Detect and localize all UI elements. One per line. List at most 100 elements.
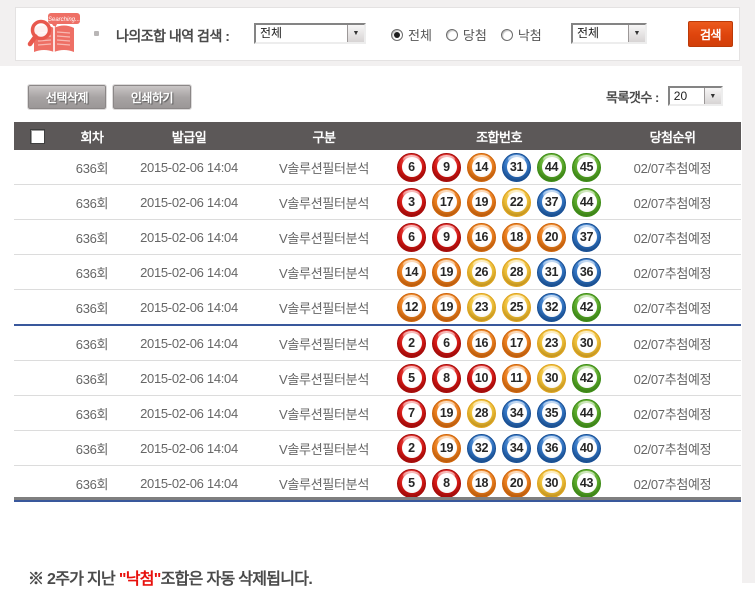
cell-issued: 2015-02-06 14:04 [124,325,254,361]
ball-number: 28 [472,403,492,423]
lotto-ball-red: 7 [397,399,426,428]
table-bottom-bar [14,497,741,500]
cell-rank: 02/07추첨예정 [604,290,741,326]
header-round: 회차 [60,122,124,150]
select-all-checkbox[interactable] [30,129,45,144]
radio-win[interactable]: 당첨 [446,25,487,44]
lotto-ball-orange: 14 [397,258,426,287]
row-checkbox-cell[interactable] [14,466,60,502]
cell-category: V솔루션필터분석 [254,466,394,502]
ball-number: 19 [437,262,457,282]
ball-number: 30 [542,368,562,388]
radio-lose[interactable]: 낙첨 [501,25,542,44]
lotto-ball-blue: 34 [502,434,531,463]
cell-round: 636회 [60,361,124,396]
lotto-ball-red: 2 [397,329,426,358]
ball-number: 6 [437,333,457,353]
lotto-ball-orange: 11 [502,364,531,393]
lotto-ball-blue: 36 [537,434,566,463]
cell-issued: 2015-02-06 14:04 [124,150,254,185]
row-checkbox-cell[interactable] [14,255,60,290]
ball-number: 6 [402,157,422,177]
cell-round: 636회 [60,290,124,326]
cell-round: 636회 [60,396,124,431]
lotto-ball-yellow: 30 [537,469,566,498]
ball-number: 34 [507,403,527,423]
lotto-ball-orange: 16 [467,223,496,252]
row-checkbox-cell[interactable] [14,396,60,431]
right-background-strip [742,0,755,583]
row-checkbox-cell[interactable] [14,150,60,185]
cell-rank: 02/07추첨예정 [604,185,741,220]
row-checkbox-cell[interactable] [14,185,60,220]
type-filter-select[interactable]: 전체 ▼ [571,23,647,44]
footnote: ※ 2주가 지난 "낙첨"조합은 자동 삭제됩니다. [28,565,312,589]
cell-category: V솔루션필터분석 [254,220,394,255]
chevron-down-icon: ▼ [628,25,645,42]
ball-number: 42 [577,368,597,388]
row-checkbox-cell[interactable] [14,431,60,466]
radio-all-label: 전체 [408,25,432,44]
table-row: 636회2015-02-06 14:04V솔루션필터분석691618203702… [14,220,741,255]
lotto-ball-orange: 14 [467,153,496,182]
lotto-ball-red: 9 [432,223,461,252]
ball-number: 17 [437,192,457,212]
search-button[interactable]: 검색 [688,21,733,47]
table-row: 636회2015-02-06 14:04V솔루션필터분석261617233002… [14,325,741,361]
lotto-ball-yellow: 28 [502,258,531,287]
table-row: 636회2015-02-06 14:04V솔루션필터분석141926283136… [14,255,741,290]
ball-number: 20 [542,227,562,247]
lotto-ball-blue: 31 [502,153,531,182]
radio-all[interactable]: 전체 [391,25,432,44]
delete-selected-button[interactable]: 선택삭제 [28,85,106,109]
ball-number: 19 [437,297,457,317]
lotto-ball-orange: 16 [467,329,496,358]
table-header-row: 회차 발급일 구분 조합번호 당첨순위 [14,122,741,150]
svg-text:Searching...: Searching... [48,17,80,23]
cell-numbers: 6916182037 [394,220,604,255]
chevron-down-icon: ▼ [704,88,721,104]
cell-issued: 2015-02-06 14:04 [124,185,254,220]
row-checkbox-cell[interactable] [14,220,60,255]
row-checkbox-cell[interactable] [14,325,60,361]
bullet-dot [94,31,99,36]
lotto-ball-green: 43 [572,469,601,498]
cell-category: V솔루션필터분석 [254,325,394,361]
list-count-select[interactable]: 20 ▼ [668,86,723,106]
table-row: 636회2015-02-06 14:04V솔루션필터분석121923253242… [14,290,741,326]
ball-number: 34 [507,438,527,458]
lotto-ball-green: 42 [572,364,601,393]
ball-number: 18 [472,473,492,493]
lotto-ball-green: 44 [572,399,601,428]
lotto-ball-orange: 12 [397,293,426,322]
header-category: 구분 [254,122,394,150]
lotto-ball-red: 8 [432,364,461,393]
row-checkbox-cell[interactable] [14,361,60,396]
row-checkbox-cell[interactable] [14,290,60,326]
ball-number: 45 [577,157,597,177]
lotto-ball-blue: 35 [537,399,566,428]
radio-button-icon [391,29,403,41]
header-checkbox-cell [14,122,60,150]
lotto-ball-red: 5 [397,469,426,498]
cell-round: 636회 [60,150,124,185]
lotto-ball-blue: 32 [467,434,496,463]
table-row: 636회2015-02-06 14:04V솔루션필터분석317192237440… [14,185,741,220]
chevron-down-icon: ▼ [347,25,364,42]
lotto-ball-green: 44 [572,188,601,217]
print-button[interactable]: 인쇄하기 [113,85,191,109]
ball-number: 30 [577,333,597,353]
cell-numbers: 21932343640 [394,431,604,466]
lotto-ball-green: 45 [572,153,601,182]
ball-number: 2 [402,333,422,353]
lotto-ball-red: 10 [467,364,496,393]
ball-number: 26 [472,262,492,282]
ball-number: 23 [542,333,562,353]
cell-issued: 2015-02-06 14:04 [124,290,254,326]
ball-number: 3 [402,192,422,212]
header-numbers: 조합번호 [394,122,604,150]
cell-category: V솔루션필터분석 [254,185,394,220]
cell-issued: 2015-02-06 14:04 [124,396,254,431]
round-filter-select[interactable]: 전체 ▼ [254,23,366,44]
cell-numbers: 2616172330 [394,325,604,361]
